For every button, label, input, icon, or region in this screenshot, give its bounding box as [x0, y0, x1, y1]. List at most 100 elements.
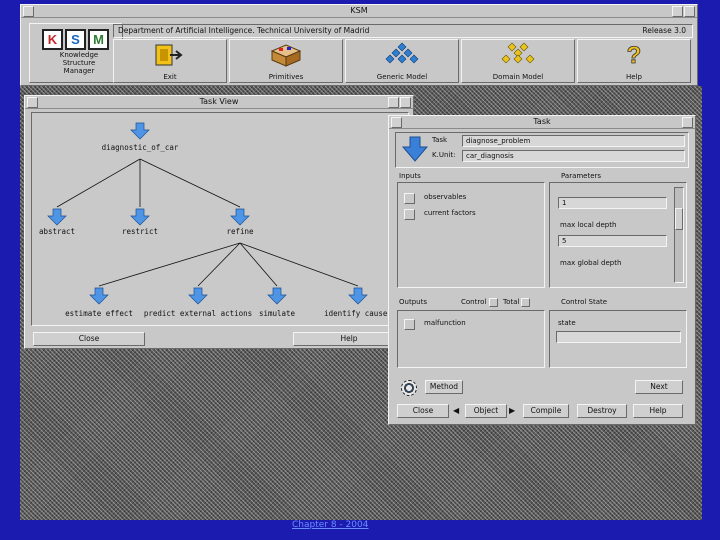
task-node-identify-causes[interactable]: identify causes: [324, 309, 392, 318]
outputs-label: Outputs: [399, 298, 427, 306]
method-button[interactable]: Method: [425, 380, 463, 394]
toolbar: Exit Primitives Generic Model Domain Mod…: [113, 39, 691, 83]
task-arrow-icon: [230, 208, 250, 226]
output-malfunction-label: malfunction: [424, 319, 466, 327]
kunit-label: K.Unit:: [432, 151, 456, 159]
task-view-menu-button[interactable]: [27, 97, 38, 108]
control-state-panel: state: [549, 310, 687, 368]
ksm-main-window: KSM K S M Knowledge Structure Manager De…: [20, 4, 698, 86]
task-arrow-icon: [130, 122, 150, 140]
task-node-predict-external-actions[interactable]: predict external actions: [144, 309, 252, 318]
exit-label: Exit: [163, 73, 177, 81]
task-dialog-window: Task Task diagnose_problem K.Unit: car_d…: [388, 115, 696, 425]
control-label: Control: [461, 298, 487, 306]
total-checkbox[interactable]: [521, 298, 530, 307]
help-question-icon: ?: [626, 42, 642, 68]
task-tree-canvas: diagnostic_of_car abstract restrict refi…: [31, 112, 409, 326]
header-bar: Department of Artificial Intelligence. T…: [113, 24, 693, 38]
dialog-help-button[interactable]: Help: [633, 404, 683, 418]
state-label: state: [558, 319, 576, 327]
task-view-window: Task View diagnostic_of_car abstract res…: [24, 95, 414, 349]
task-node-restrict[interactable]: restrict: [122, 227, 158, 236]
task-arrow-icon: [47, 208, 67, 226]
task-label: Task: [432, 136, 448, 144]
exit-button[interactable]: Exit: [113, 39, 227, 83]
outputs-list: malfunction: [397, 310, 545, 368]
input-observables-label: observables: [424, 193, 467, 201]
next-arrow-icon[interactable]: ▶: [509, 406, 515, 415]
task-view-minimize-button[interactable]: [388, 97, 399, 108]
input-current-factors-label: current factors: [424, 209, 476, 217]
window-menu-button[interactable]: [23, 6, 34, 17]
task-view-title-bar[interactable]: Task View: [25, 96, 413, 109]
task-node-refine[interactable]: refine: [226, 227, 253, 236]
minimize-button[interactable]: [672, 6, 683, 17]
exit-door-icon: [155, 44, 183, 66]
parameters-scroll-thumb[interactable]: [675, 208, 683, 230]
task-arrow-large-icon: [401, 136, 429, 162]
task-header-panel: Task diagnose_problem K.Unit: car_diagno…: [395, 132, 689, 168]
task-name-field[interactable]: diagnose_problem: [462, 135, 685, 147]
dialog-close-button[interactable]: Close: [397, 404, 449, 418]
logo-letter-s: S: [65, 29, 86, 50]
task-dialog-menu-button[interactable]: [391, 117, 402, 128]
next-button[interactable]: Next: [635, 380, 683, 394]
task-arrow-icon: [89, 287, 109, 305]
parameters-panel: 1 max local depth 5 max global depth: [549, 182, 687, 288]
domain-model-button[interactable]: Domain Model: [461, 39, 575, 83]
output-malfunction-checkbox[interactable]: [404, 319, 415, 330]
ksm-logo: K S M Knowledge Structure Manager: [29, 23, 123, 83]
logo-subtitle-line2: Structure: [62, 59, 96, 67]
primitives-label: Primitives: [268, 73, 304, 81]
param-label-3: max global depth: [560, 259, 622, 267]
input-observables-checkbox[interactable]: [404, 193, 415, 204]
task-node-root[interactable]: diagnostic_of_car: [102, 143, 179, 152]
logo-letter-k: K: [42, 29, 63, 50]
task-view-maximize-button[interactable]: [400, 97, 411, 108]
domain-model-label: Domain Model: [492, 73, 544, 81]
department-label: Department of Artificial Intelligence. T…: [118, 26, 370, 35]
maximize-button[interactable]: [684, 6, 695, 17]
svg-text:?: ?: [627, 42, 642, 68]
task-dialog-title-bar[interactable]: Task: [389, 116, 695, 129]
task-arrow-icon: [130, 208, 150, 226]
dialog-compile-button[interactable]: Compile: [523, 404, 569, 418]
state-field[interactable]: [556, 331, 681, 343]
inputs-list: observables current factors: [397, 182, 545, 288]
task-arrow-icon: [267, 287, 287, 305]
dialog-object-button[interactable]: Object: [465, 404, 507, 418]
previous-arrow-icon[interactable]: ◀: [453, 406, 459, 415]
generic-model-label: Generic Model: [376, 73, 428, 81]
param-field-1[interactable]: 1: [558, 197, 667, 209]
help-button[interactable]: ? Help: [577, 39, 691, 83]
task-node-estimate-effect[interactable]: estimate effect: [65, 309, 133, 318]
main-window-title: KSM: [350, 6, 368, 15]
generic-model-icon: [385, 42, 419, 64]
kunit-field[interactable]: car_diagnosis: [462, 150, 685, 162]
primitives-button[interactable]: Primitives: [229, 39, 343, 83]
task-node-abstract[interactable]: abstract: [39, 227, 75, 236]
task-arrow-icon: [188, 287, 208, 305]
total-label: Total: [503, 298, 520, 306]
parameters-label: Parameters: [561, 172, 602, 180]
dialog-destroy-button[interactable]: Destroy: [577, 404, 627, 418]
param-label-2: max local depth: [560, 221, 617, 229]
task-view-close-button[interactable]: Close: [33, 332, 145, 346]
method-gear-icon: [401, 380, 417, 396]
task-node-simulate[interactable]: simulate: [259, 309, 295, 318]
input-current-factors-checkbox[interactable]: [404, 209, 415, 220]
main-title-bar[interactable]: KSM: [21, 5, 697, 18]
logo-subtitle-line3: Manager: [63, 67, 95, 75]
param-field-2[interactable]: 5: [558, 235, 667, 247]
logo-letter-m: M: [88, 29, 109, 50]
control-state-label: Control State: [561, 298, 608, 306]
generic-model-button[interactable]: Generic Model: [345, 39, 459, 83]
logo-subtitle-line1: Knowledge: [59, 51, 99, 59]
footer-link[interactable]: Chapter 8 - 2004: [292, 520, 368, 530]
primitives-box-icon: [270, 44, 302, 67]
inputs-label: Inputs: [399, 172, 421, 180]
task-tree-edges: [47, 122, 368, 305]
control-checkbox[interactable]: [489, 298, 498, 307]
parameters-scrollbar[interactable]: [674, 187, 684, 283]
task-dialog-maximize-button[interactable]: [682, 117, 693, 128]
